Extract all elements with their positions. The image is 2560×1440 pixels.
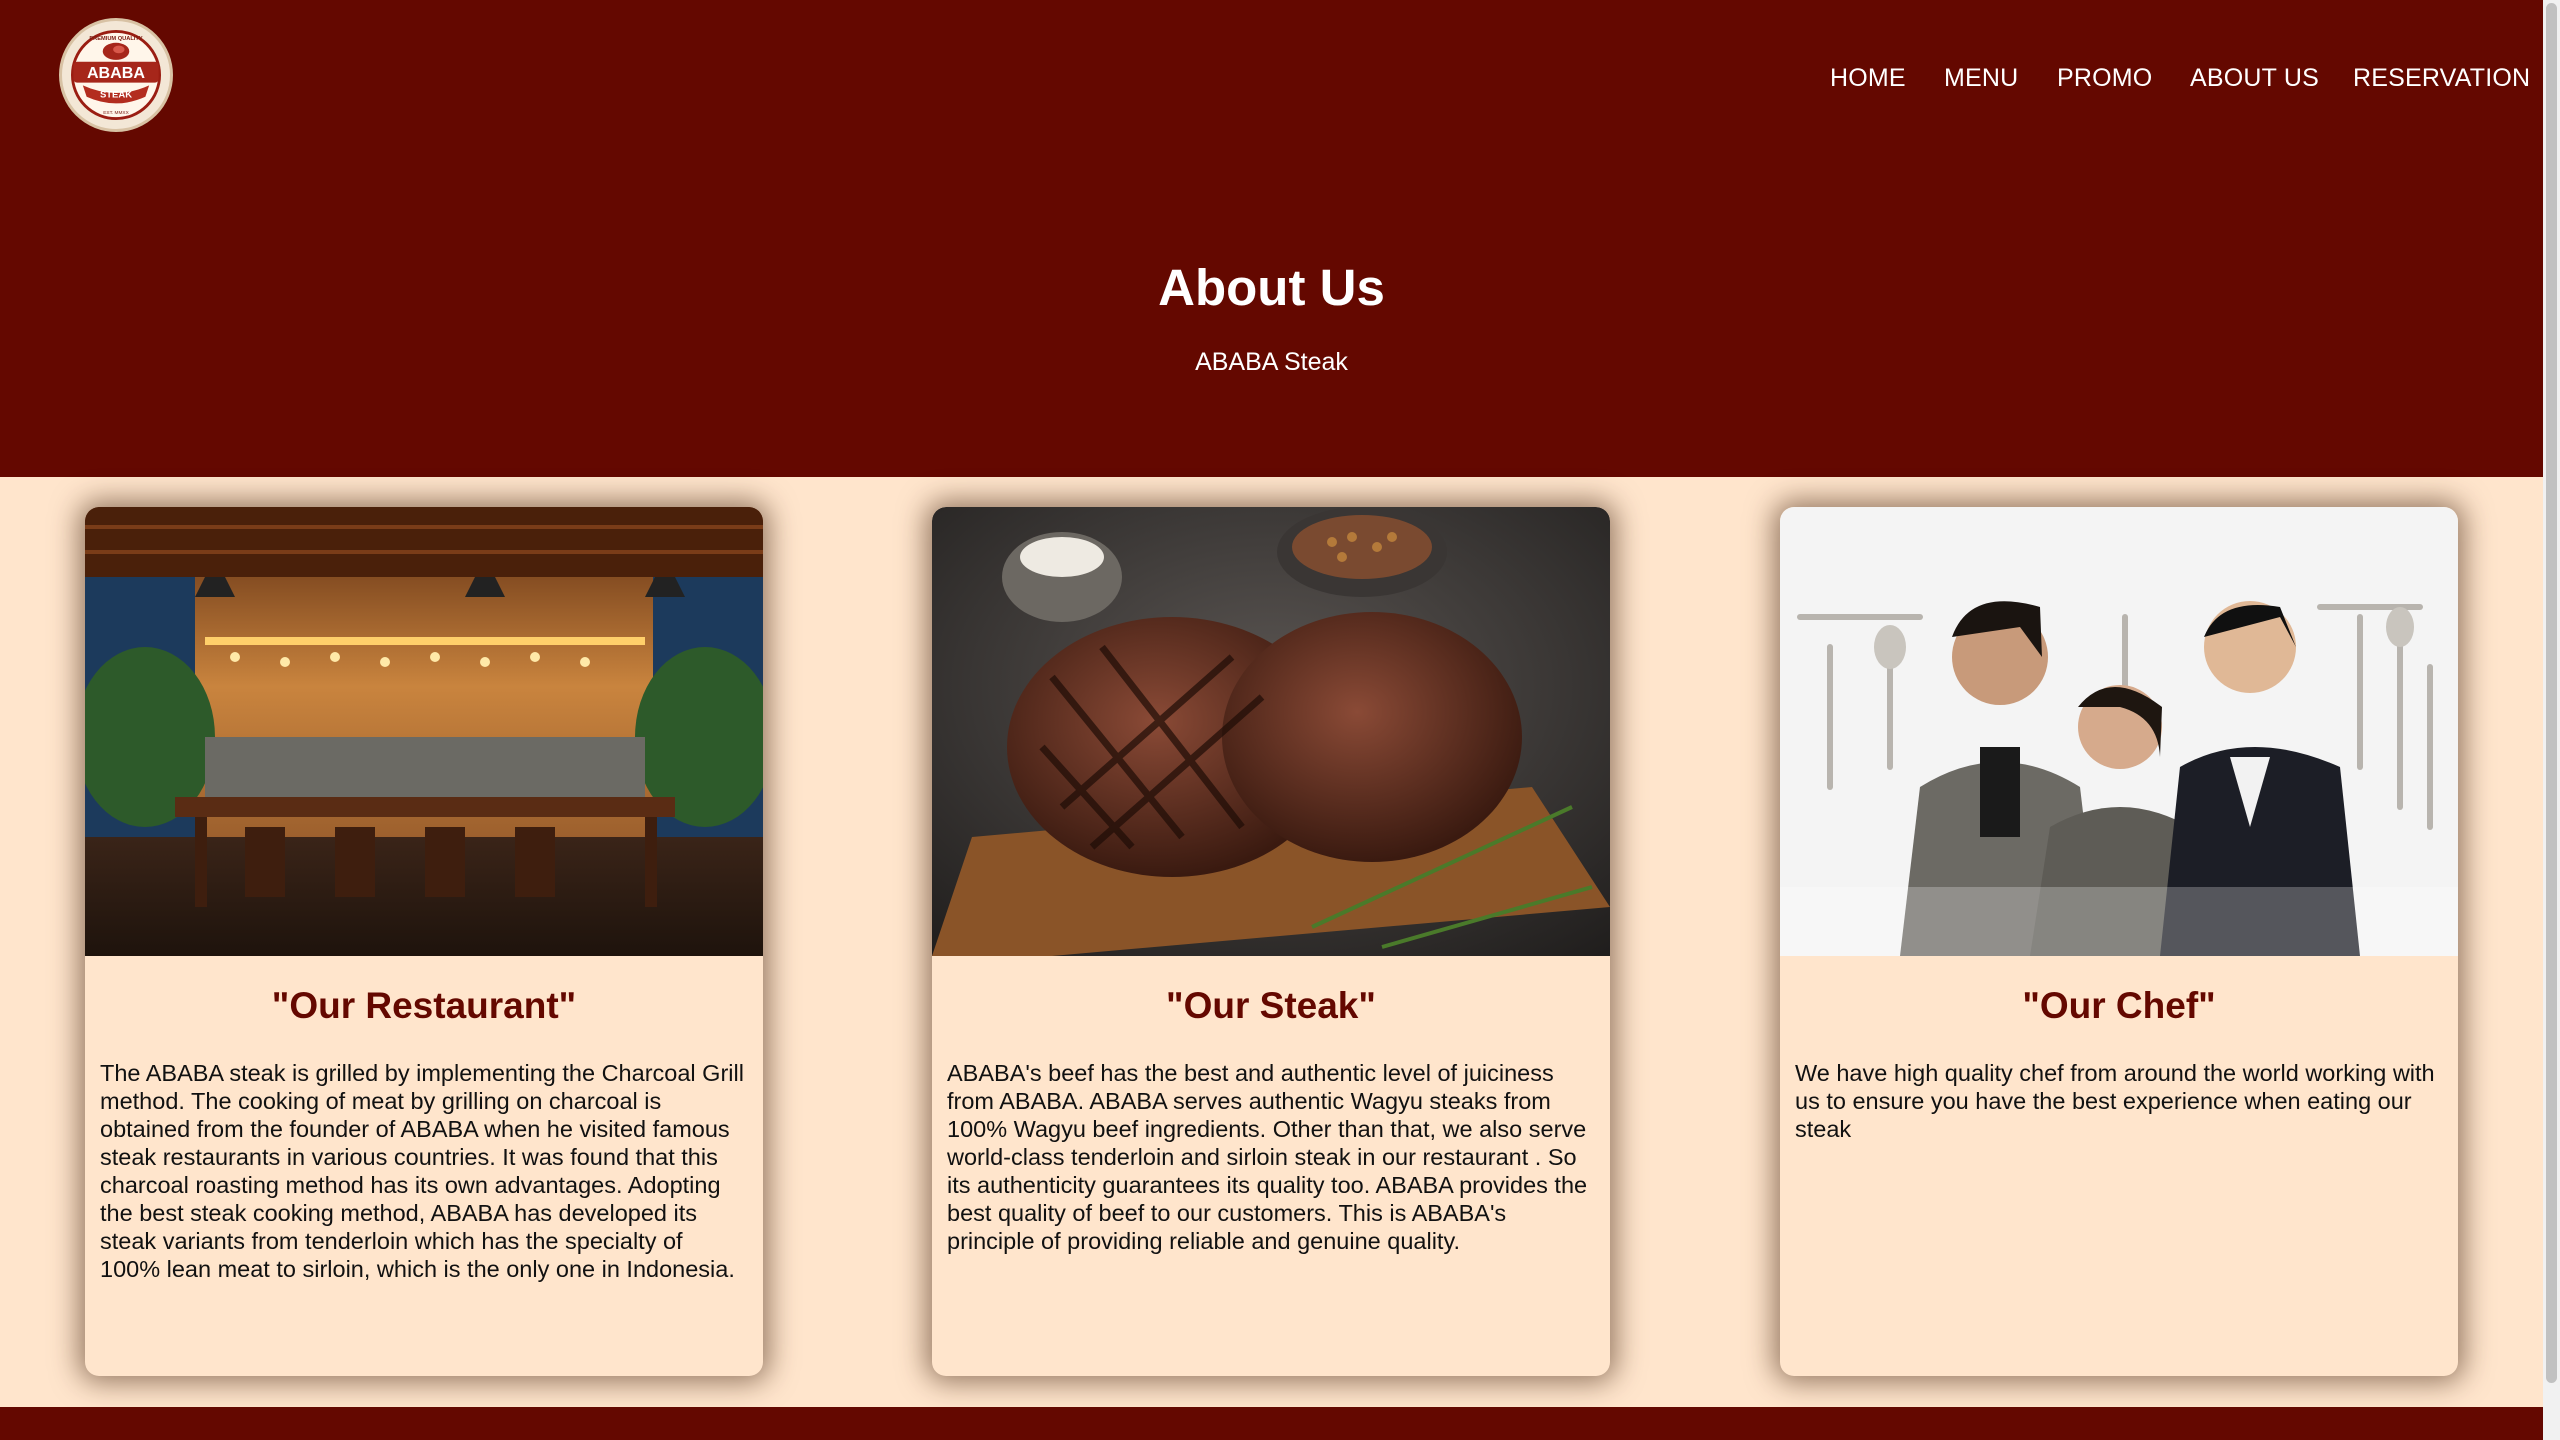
footer-bar	[0, 1407, 2543, 1440]
nav-reservation[interactable]: RESERVATION	[2353, 64, 2530, 93]
card-title: "Our Restaurant"	[271, 985, 577, 1026]
chef-team-photo	[1780, 507, 2458, 956]
scrollbar-thumb[interactable]	[2546, 3, 2557, 1383]
hero-banner: PREMIUM QUALITY ABABA STEAK EST. MMXX HO…	[0, 0, 2543, 477]
main-nav: HOME MENU PROMO ABOUT US RESERVATION	[0, 64, 2543, 94]
card-text: ABABA's beef has the best and authentic …	[947, 1060, 1588, 1254]
nav-home[interactable]: HOME	[1830, 64, 1906, 93]
card-our-steak: "Our Steak" ABABA's beef has the best an…	[932, 507, 1610, 1376]
card-our-chef: "Our Chef" We have high quality chef fro…	[1780, 507, 2458, 1376]
card-title: "Our Chef"	[2022, 985, 2216, 1026]
card-title: "Our Steak"	[1166, 985, 1376, 1026]
card-our-restaurant: "Our Restaurant" The ABABA steak is gril…	[85, 507, 763, 1376]
nav-about-us[interactable]: ABOUT US	[2190, 64, 2319, 93]
nav-promo[interactable]: PROMO	[2057, 64, 2152, 93]
restaurant-interior-photo	[85, 507, 763, 956]
page-subtitle: ABABA Steak	[1195, 348, 1348, 376]
card-text: The ABABA steak is grilled by implementi…	[100, 1060, 744, 1282]
grilled-steak-photo	[932, 507, 1610, 956]
page-scrollbar[interactable]	[2543, 0, 2560, 1440]
card-text: We have high quality chef from around th…	[1795, 1060, 2435, 1142]
svg-text:EST. MMXX: EST. MMXX	[103, 110, 129, 116]
nav-menu[interactable]: MENU	[1944, 64, 2018, 93]
svg-text:PREMIUM QUALITY: PREMIUM QUALITY	[89, 36, 142, 42]
page-title: About Us	[1158, 259, 1385, 316]
